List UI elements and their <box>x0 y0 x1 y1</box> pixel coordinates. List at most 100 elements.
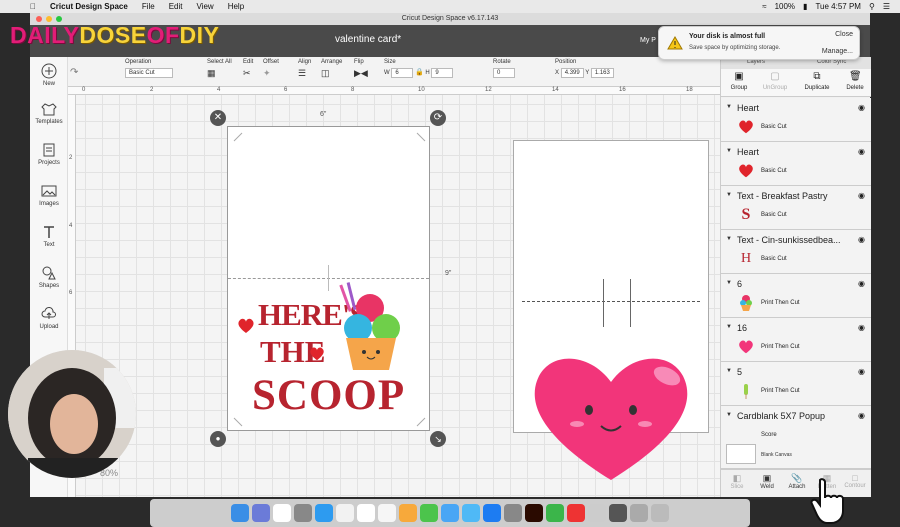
eye-icon[interactable]: ◉ <box>858 323 865 332</box>
eye-icon[interactable]: ◉ <box>858 147 865 156</box>
folder-icon[interactable] <box>588 504 606 522</box>
photos-icon[interactable] <box>399 504 417 522</box>
facetime-icon[interactable] <box>462 504 480 522</box>
chrome-icon[interactable] <box>273 504 291 522</box>
layer-row[interactable]: ▼ Heart ◉ Basic Cut <box>721 142 871 186</box>
battery-level[interactable]: 100% <box>775 2 795 11</box>
clock[interactable]: Tue 4:57 PM <box>815 2 861 11</box>
layer-operation[interactable]: Basic Cut <box>761 212 787 218</box>
nav-shapes[interactable]: Shapes <box>30 265 68 289</box>
eye-icon[interactable]: ◉ <box>858 367 865 376</box>
layer-operation[interactable]: Print Then Cut <box>761 300 800 306</box>
nav-text[interactable]: Text <box>30 224 68 248</box>
chevron-down-icon[interactable]: ▼ <box>726 368 732 374</box>
eye-icon[interactable]: ◉ <box>858 191 865 200</box>
layer-row[interactable]: ▼ Text - Breakfast Pastry ◉ S Basic Cut <box>721 186 871 230</box>
layer-row[interactable]: ▼ Text - Cin-sunkissedbea... ◉ H Basic C… <box>721 230 871 274</box>
rotate-handle-icon[interactable]: ⟳ <box>430 110 446 126</box>
menu-app-name[interactable]: Cricut Design Space <box>50 2 128 11</box>
pos-y-input[interactable]: 1.163 <box>590 68 614 78</box>
redo-icon[interactable]: ↷ <box>70 67 78 78</box>
chevron-down-icon[interactable]: ▼ <box>726 280 732 286</box>
select-all-icon[interactable]: ▦ <box>207 68 216 78</box>
layer-operation[interactable]: Print Then Cut <box>761 388 800 394</box>
nav-projects[interactable]: Projects <box>30 142 68 166</box>
layer-operation[interactable]: Print Then Cut <box>761 344 800 350</box>
size-w-input[interactable]: 6 <box>391 68 414 78</box>
small-heart-left[interactable] <box>236 317 256 335</box>
pos-x-input[interactable]: 4.399 <box>560 68 584 78</box>
blank-canvas-label[interactable]: Blank Canvas <box>761 452 792 458</box>
notification-manage-button[interactable]: Manage... <box>822 48 853 55</box>
menu-view[interactable]: View <box>197 2 214 11</box>
trash-dock-icon[interactable] <box>651 504 669 522</box>
flip-icon[interactable]: ▶◀ <box>354 68 368 78</box>
layer-operation[interactable]: Basic Cut <box>761 168 787 174</box>
my-projects-button[interactable]: My P <box>640 37 656 44</box>
delete-button[interactable]: 🗑 Delete <box>837 71 873 91</box>
eye-icon[interactable]: ◉ <box>858 103 865 112</box>
ungroup-button[interactable]: ▢ UnGroup <box>757 71 793 91</box>
rotate-input[interactable]: 0 <box>493 68 515 78</box>
operation-select[interactable]: Basic Cut <box>125 68 173 78</box>
align-icon[interactable]: ☰ <box>298 68 306 78</box>
apple-icon[interactable]:  <box>30 2 36 11</box>
nav-images[interactable]: Images <box>30 183 68 207</box>
chevron-down-icon[interactable]: ▼ <box>726 148 732 154</box>
menu-list-icon[interactable]: ☰ <box>883 2 890 11</box>
delete-handle-icon[interactable]: ✕ <box>210 110 226 126</box>
menu-help[interactable]: Help <box>228 2 244 11</box>
mail-icon[interactable] <box>336 504 354 522</box>
chevron-down-icon[interactable]: ▼ <box>726 104 732 110</box>
layer-row[interactable]: ▼ 16 ◉ Print Then Cut <box>721 318 871 362</box>
eye-icon[interactable]: ◉ <box>858 279 865 288</box>
chevron-down-icon[interactable]: ▼ <box>726 192 732 198</box>
chevron-down-icon[interactable]: ▼ <box>726 412 732 418</box>
search-icon[interactable]: ⚲ <box>869 2 875 11</box>
duplicate-button[interactable]: ⧉ Duplicate <box>799 71 835 91</box>
maps-icon[interactable] <box>420 504 438 522</box>
nav-templates[interactable]: Templates <box>30 101 68 125</box>
illustrator-icon[interactable] <box>525 504 543 522</box>
lock-handle-icon[interactable]: ● <box>210 431 226 447</box>
app-store-icon[interactable] <box>483 504 501 522</box>
arrange-icon[interactable]: ◫ <box>321 68 330 78</box>
safari-icon[interactable] <box>315 504 333 522</box>
notes-icon[interactable] <box>378 504 396 522</box>
layer-row[interactable]: ▼ Heart ◉ Basic Cut <box>721 98 871 142</box>
chevron-down-icon[interactable]: ▼ <box>726 236 732 242</box>
attach-button[interactable]: 📎 Attach <box>783 473 811 490</box>
menu-edit[interactable]: Edit <box>169 2 183 11</box>
finder-icon[interactable] <box>231 504 249 522</box>
eye-icon[interactable]: ◉ <box>858 411 865 420</box>
eye-icon[interactable]: ◉ <box>858 235 865 244</box>
nav-upload[interactable]: Upload <box>30 306 68 330</box>
layer-row[interactable]: ▼ 5 ◉ Print Then Cut <box>721 362 871 406</box>
score-layer-label[interactable]: Score <box>761 432 777 438</box>
wifi-icon[interactable]: ≈ <box>762 2 766 11</box>
chevron-down-icon[interactable]: ▼ <box>726 324 732 330</box>
scissors-icon[interactable]: ✂ <box>243 68 251 78</box>
launchpad-icon[interactable] <box>294 504 312 522</box>
weld-button[interactable]: ▣ Weld <box>753 473 781 490</box>
card-front[interactable]: HERE'S THE SCOOP <box>227 126 430 431</box>
big-heart-graphic[interactable] <box>527 352 695 484</box>
resize-handle-icon[interactable]: ↘ <box>430 431 446 447</box>
app-icon[interactable] <box>567 504 585 522</box>
system-preferences-icon[interactable] <box>504 504 522 522</box>
notification-close-button[interactable]: Close <box>835 31 853 38</box>
nav-new[interactable]: New <box>30 63 68 87</box>
layer-operation[interactable]: Basic Cut <box>761 256 787 262</box>
slice-button[interactable]: ◧ Slice <box>723 473 751 490</box>
lock-icon[interactable]: 🔒 <box>415 69 424 76</box>
offset-icon[interactable]: ✦ <box>263 68 271 78</box>
size-h-input[interactable]: 9 <box>431 68 454 78</box>
downloads-icon[interactable] <box>630 504 648 522</box>
card-text-scoop[interactable]: SCOOP <box>252 371 405 420</box>
cricut-icon[interactable] <box>546 504 564 522</box>
small-heart-right[interactable] <box>308 346 326 362</box>
siri-icon[interactable] <box>252 504 270 522</box>
menu-file[interactable]: File <box>142 2 155 11</box>
messages-icon[interactable] <box>441 504 459 522</box>
group-button[interactable]: ▣ Group <box>721 71 757 91</box>
